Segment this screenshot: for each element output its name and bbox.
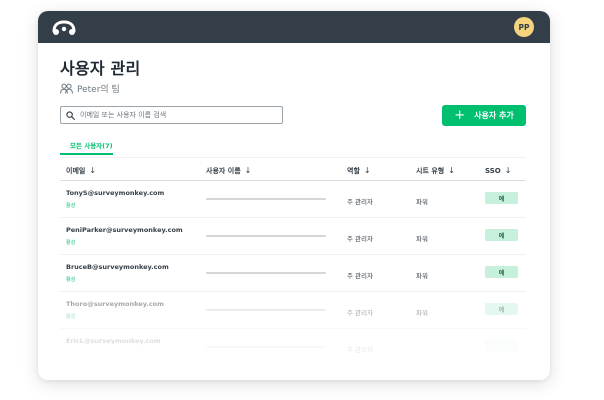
surveymonkey-logo-icon[interactable] xyxy=(52,17,76,37)
sso-badge: 예 xyxy=(485,266,518,278)
username-placeholder-bar xyxy=(206,309,326,311)
user-role: 주 관리자 xyxy=(347,309,373,317)
user-status: 활성 xyxy=(66,314,76,320)
user-status: 활성 xyxy=(66,240,76,246)
table-row[interactable]: Thoro@surveymonkey.com 활성 주 관리자 파워 예 xyxy=(60,292,526,329)
user-seat-type: 파워 xyxy=(416,272,428,280)
user-seat-type: 파워 xyxy=(416,198,428,206)
add-user-label: 사용자 추가 xyxy=(474,111,514,120)
table-header: 이메일 ↓ 사용자 이름 ↓ 역할 ↓ 시트 유형 ↓ SSO ↓ xyxy=(60,157,526,181)
user-email: Thoro@surveymonkey.com xyxy=(66,300,164,308)
sso-badge: 예 xyxy=(485,192,518,204)
search-input[interactable] xyxy=(80,111,280,119)
user-email: BruceB@surveymonkey.com xyxy=(66,263,169,271)
arrow-down-icon: ↓ xyxy=(363,166,371,175)
sso-badge: 예 xyxy=(485,229,518,241)
arrow-down-icon: ↓ xyxy=(89,166,97,175)
user-role: 주 관리자 xyxy=(347,235,373,243)
user-role: 주 관리자 xyxy=(347,272,373,280)
user-status: 활성 xyxy=(66,277,76,283)
team-icon xyxy=(60,83,73,94)
column-header-seat-type[interactable]: 시트 유형 ↓ xyxy=(416,166,455,176)
user-seat-type: 파워 xyxy=(416,309,428,317)
user-email: TonyS@surveymonkey.com xyxy=(66,189,165,197)
user-role: 주 관리자 xyxy=(347,198,373,206)
team-name: Peter의 팀 xyxy=(77,85,120,95)
column-header-sso[interactable]: SSO ↓ xyxy=(485,166,511,175)
arrow-down-icon: ↓ xyxy=(244,166,252,175)
user-status: 활성 xyxy=(66,203,76,209)
user-email: PeniParker@surveymonkey.com xyxy=(66,226,183,234)
search-box[interactable] xyxy=(60,106,283,124)
bottom-fade-overlay xyxy=(38,340,550,380)
active-tab-indicator xyxy=(60,153,113,155)
avatar[interactable]: PP xyxy=(514,17,534,37)
search-icon xyxy=(66,110,75,120)
username-placeholder-bar xyxy=(206,272,326,274)
plus-icon: + xyxy=(454,108,466,123)
column-header-username[interactable]: 사용자 이름 ↓ xyxy=(206,166,251,176)
username-placeholder-bar xyxy=(206,235,326,237)
page-title: 사용자 관리 xyxy=(60,59,141,78)
top-navigation-bar: PP xyxy=(38,11,550,43)
tab-all-users[interactable]: 모든 사용자(7) xyxy=(70,140,113,150)
table-row[interactable]: PeniParker@surveymonkey.com 활성 주 관리자 파워 … xyxy=(60,218,526,255)
table-row[interactable]: TonyS@surveymonkey.com 활성 주 관리자 파워 예 xyxy=(60,181,526,218)
column-header-role[interactable]: 역할 ↓ xyxy=(347,166,371,176)
username-placeholder-bar xyxy=(206,198,326,200)
column-header-email[interactable]: 이메일 ↓ xyxy=(66,166,96,176)
table-row[interactable]: BruceB@surveymonkey.com 활성 주 관리자 파워 예 xyxy=(60,255,526,292)
app-window: PP 사용자 관리 Peter의 팀 + 사용자 추가 모든 사용자(7) 이메… xyxy=(38,11,550,380)
arrow-down-icon: ↓ xyxy=(504,166,512,175)
team-indicator: Peter의 팀 xyxy=(60,82,120,95)
add-user-button[interactable]: + 사용자 추가 xyxy=(442,105,526,126)
arrow-down-icon: ↓ xyxy=(448,166,455,175)
sso-badge: 예 xyxy=(485,303,518,315)
user-seat-type: 파워 xyxy=(416,235,428,243)
